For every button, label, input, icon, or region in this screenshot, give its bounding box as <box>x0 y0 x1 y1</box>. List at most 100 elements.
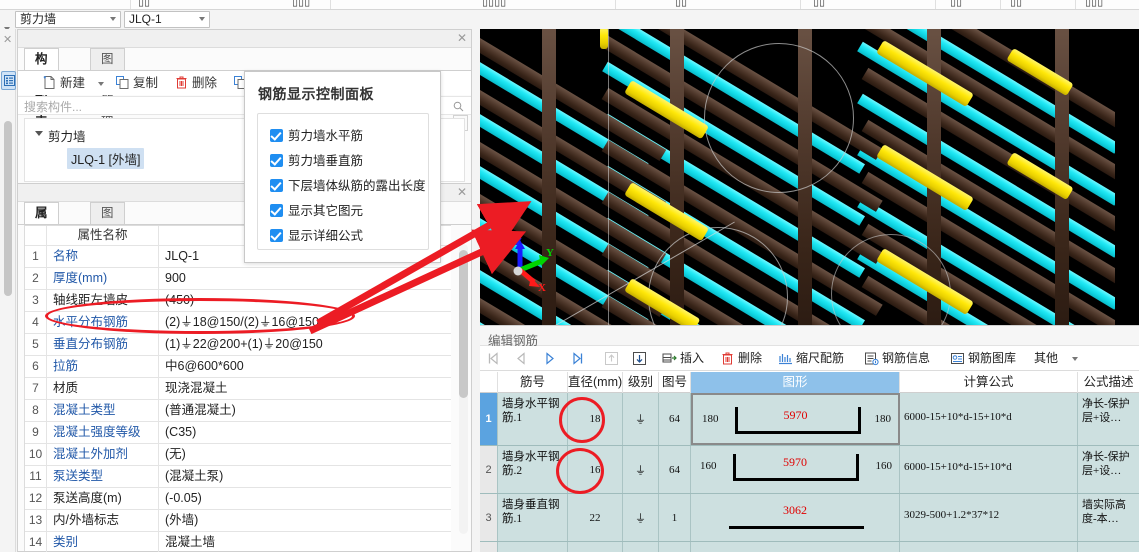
row-value[interactable]: 混凝土墙 <box>159 532 451 552</box>
ribbon-group-5[interactable]: ▯▯ <box>950 0 962 8</box>
col-header-formula[interactable]: 计算公式 <box>900 372 1078 393</box>
ribbon-group-3[interactable]: ▯▯ <box>675 0 687 8</box>
next-page-button[interactable] <box>542 349 560 368</box>
rebar-info-button[interactable]: 钢筋信息 <box>864 349 930 368</box>
col-header-drawing-no[interactable]: 图号 <box>659 372 691 393</box>
rail-scrollbar-thumb[interactable] <box>4 121 12 296</box>
row-name: 泵送高度(m) <box>47 488 159 509</box>
shape-right-label: 160 <box>875 460 893 472</box>
prev-page-button[interactable] <box>514 349 532 368</box>
checkbox-show-detailed-formula[interactable]: 显示详细公式 <box>270 228 363 245</box>
rebar-shape-cell[interactable]: 160 160 5970 <box>691 446 900 493</box>
rebar-grade[interactable]: ⏚ <box>623 411 658 427</box>
row-value[interactable]: 中6@600*600 <box>159 356 451 377</box>
table-row[interactable]: 12 泵送高度(m) (-0.05) <box>25 488 451 510</box>
table-row-empty[interactable] <box>480 542 1139 552</box>
last-page-button[interactable] <box>570 349 588 368</box>
close-icon[interactable]: ✕ <box>3 35 12 46</box>
rebar-grade[interactable]: ⏚ <box>623 510 658 526</box>
table-row[interactable]: 10 混凝土外加剂 (无) <box>25 444 451 466</box>
row-value[interactable]: (无) <box>159 444 451 465</box>
checkbox-checked-icon[interactable] <box>270 179 283 192</box>
table-row[interactable]: 9 混凝土强度等级 (C35) <box>25 422 451 444</box>
rebar-drawing-no[interactable]: 64 <box>659 413 690 425</box>
row-value[interactable]: (C35) <box>159 422 451 443</box>
delete-row-button[interactable]: 删除 <box>720 349 762 368</box>
rebar-library-button[interactable]: 钢筋图库 <box>950 349 1016 368</box>
insert-button[interactable]: 插入 <box>662 349 704 368</box>
copy-icon <box>115 75 130 90</box>
axis-gizmo[interactable]: Z Y X <box>494 234 564 294</box>
copy-button[interactable]: 复制 <box>115 74 158 92</box>
svg-text:X: X <box>538 282 546 292</box>
rebar-drawing-no[interactable]: 1 <box>659 512 690 524</box>
ribbon-group-4[interactable]: ▯▯ <box>813 0 825 8</box>
table-row[interactable]: 6 拉筋 中6@600*600 <box>25 356 451 378</box>
table-row[interactable]: 5 垂直分布钢筋 (1)⏚22@200+(1)⏚20@150 <box>25 334 451 356</box>
scale-rebar-button[interactable]: 缩尺配筋 <box>778 349 844 368</box>
checkbox-shearwall-vertical-rebar[interactable]: 剪力墙垂直筋 <box>270 153 363 170</box>
checkbox-checked-icon[interactable] <box>270 129 283 142</box>
move-up-button[interactable] <box>604 349 622 368</box>
row-value[interactable]: 900 <box>159 268 451 289</box>
move-down-button[interactable] <box>632 349 650 368</box>
row-value[interactable]: (混凝土泵) <box>159 466 451 487</box>
tab-drawing-management[interactable]: 图纸管理 <box>90 48 125 129</box>
checkbox-lower-wall-exposed-length[interactable]: 下层墙体纵筋的露出长度 <box>270 178 426 195</box>
property-scrollbar-thumb[interactable] <box>459 250 468 398</box>
table-row[interactable]: 7 材质 现浇混凝土 <box>25 378 451 400</box>
row-value[interactable]: (外墙) <box>159 510 451 531</box>
checkbox-checked-icon[interactable] <box>270 154 283 167</box>
new-button[interactable]: 新建 <box>42 74 104 92</box>
delete-button[interactable]: 删除 <box>174 74 217 92</box>
rebar-shape-cell[interactable]: 3062 <box>691 494 900 541</box>
col-header-shape[interactable]: 图形 <box>691 372 900 393</box>
row-name: 名称 <box>47 246 159 267</box>
col-header-grade[interactable]: 级别 <box>623 372 659 393</box>
col-header-rebar-no[interactable]: 筋号 <box>498 372 568 393</box>
tab-property-list[interactable]: 属性列表 <box>24 202 59 283</box>
rebar-shape-cell[interactable]: 180 180 5970 <box>691 393 900 445</box>
close-icon[interactable]: ✕ <box>457 32 467 44</box>
checkbox-show-other-elements[interactable]: 显示其它图元 <box>270 203 363 220</box>
table-row[interactable]: 2 厚度(mm) 900 <box>25 268 451 290</box>
rebar-grade[interactable]: ⏚ <box>623 462 658 478</box>
tab-layer-management[interactable]: 图层管理 <box>90 202 125 283</box>
rebar-display-control-dialog: 钢筋显示控制面板 剪力墙水平筋 剪力墙垂直筋 下层墙体纵筋的露出长度 显示其它图… <box>244 71 441 263</box>
close-icon[interactable]: ✕ <box>457 186 467 198</box>
row-value[interactable]: (普通混凝土) <box>159 400 451 421</box>
row-value[interactable]: (1)⏚22@200+(1)⏚20@150 <box>159 334 451 355</box>
ribbon-group-2[interactable]: ▯▯▯▯ <box>482 0 506 8</box>
table-row[interactable]: 14 类别 混凝土墙 <box>25 532 451 552</box>
col-header-formula-desc[interactable]: 公式描述 <box>1078 372 1139 393</box>
sidebar-item-component-list[interactable] <box>1 71 16 90</box>
col-header-diameter[interactable]: 直径(mm) <box>568 372 623 393</box>
table-row[interactable]: 8 混凝土类型 (普通混凝土) <box>25 400 451 422</box>
first-page-button[interactable] <box>486 349 504 368</box>
row-value[interactable]: 现浇混凝土 <box>159 378 451 399</box>
ribbon-group-0[interactable]: ▯▯ <box>138 0 150 8</box>
checkbox-checked-icon[interactable] <box>270 229 283 242</box>
ribbon-group-7[interactable]: ▯▯▯ <box>1085 0 1103 8</box>
component-type-combo[interactable]: 剪力墙 <box>15 11 121 28</box>
shape-length-label: 5970 <box>783 408 808 422</box>
triangle-expanded-icon[interactable] <box>35 131 43 136</box>
rebar-drawing-no[interactable]: 64 <box>659 464 690 476</box>
ribbon-group-1[interactable]: ▯▯▯ <box>292 0 310 8</box>
table-row[interactable]: 3 墙身垂直钢筋.1 22 ⏚ 1 3062 3029-500+1.2*37*1… <box>480 494 1139 542</box>
component-name-combo[interactable]: JLQ-1 <box>124 11 210 28</box>
tree-node-shearwall[interactable]: 剪力墙 <box>35 126 86 145</box>
search-icon[interactable] <box>453 101 464 115</box>
row-value[interactable]: (-0.05) <box>159 488 451 509</box>
tab-component-list[interactable]: 构件列表 <box>24 48 59 129</box>
checkbox-shearwall-horizontal-rebar[interactable]: 剪力墙水平筋 <box>270 128 363 145</box>
chevron-down-icon[interactable] <box>98 82 104 86</box>
rebar-diameter[interactable]: 22 <box>568 512 622 524</box>
tree-item-jlq1[interactable]: JLQ-1 [外墙] <box>67 148 145 169</box>
table-row[interactable]: 11 泵送类型 (混凝土泵) <box>25 466 451 488</box>
3d-viewport[interactable]: Z Y X <box>480 29 1139 325</box>
checkbox-checked-icon[interactable] <box>270 204 283 217</box>
other-menu-button[interactable]: 其他 <box>1034 349 1078 368</box>
ribbon-group-6[interactable]: ▯▯ <box>1010 0 1022 8</box>
table-row[interactable]: 13 内/外墙标志 (外墙) <box>25 510 451 532</box>
